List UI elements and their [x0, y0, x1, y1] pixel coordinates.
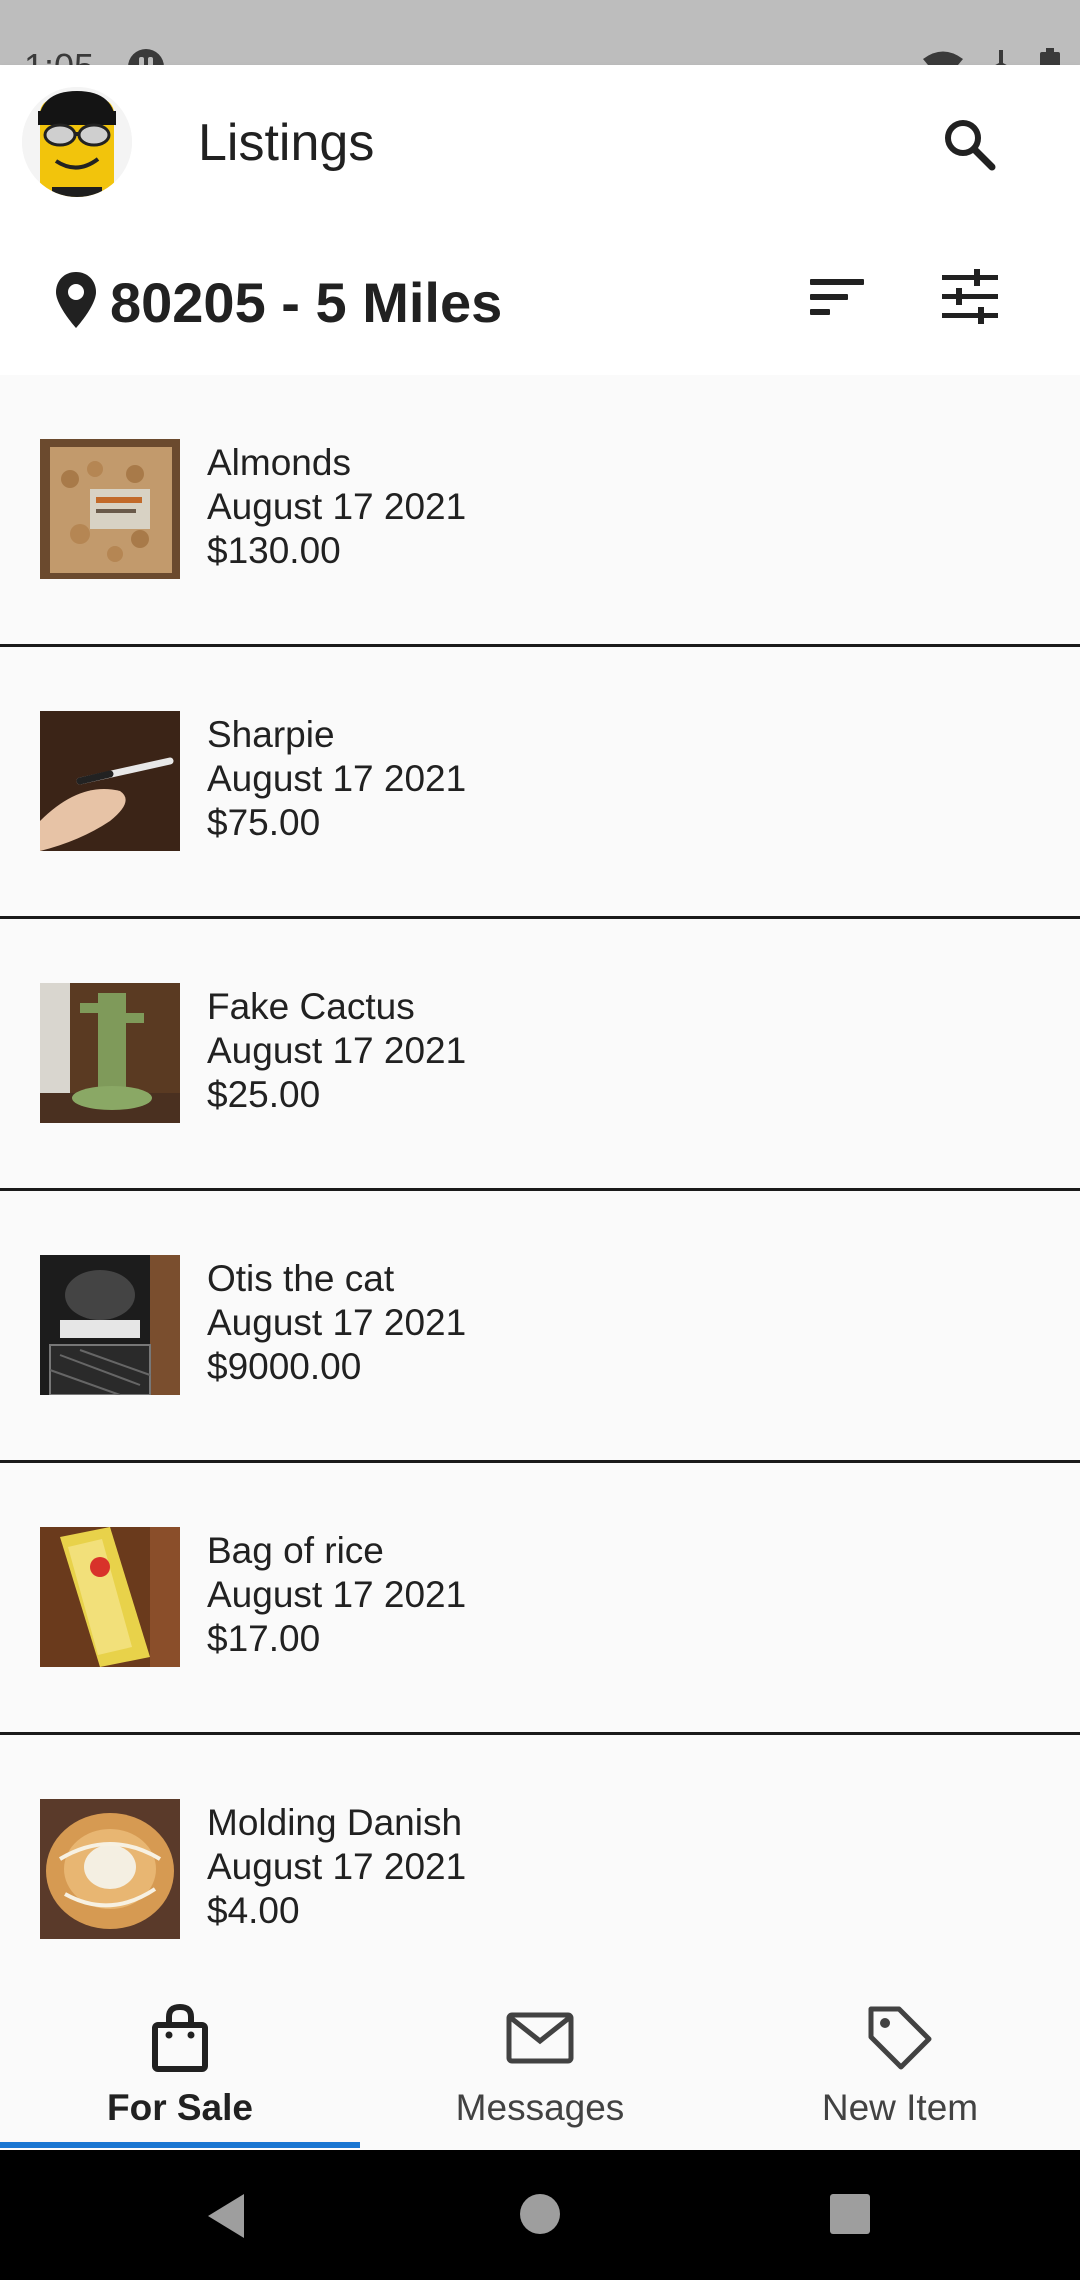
active-tab-indicator [0, 2142, 360, 2148]
listing-title: Almonds [207, 442, 351, 483]
sort-icon[interactable] [806, 265, 870, 329]
tag-icon [868, 2006, 932, 2070]
listing-text: Bag of rice August 17 2021 $17.00 [207, 1529, 466, 1661]
listing-date: August 17 2021 [207, 1846, 467, 1887]
listing-date: August 17 2021 [207, 1302, 467, 1343]
sharpie-photo [40, 711, 180, 851]
listing-price: $130.00 [207, 530, 341, 571]
rice-photo [40, 1527, 180, 1667]
listing-title: Bag of rice [207, 1530, 384, 1571]
listing-title: Fake Cactus [207, 986, 415, 1027]
listing-item[interactable]: Otis the cat August 17 2021 $9000.00 [0, 1191, 1080, 1463]
mail-icon [506, 2012, 574, 2064]
listing-price: $25.00 [207, 1074, 321, 1115]
listing-text: Sharpie August 17 2021 $75.00 [207, 713, 466, 845]
nav-label: For Sale [107, 2087, 253, 2128]
listing-date: August 17 2021 [207, 1030, 467, 1071]
nav-messages[interactable]: Messages [360, 1985, 720, 2150]
listing-price: $9000.00 [207, 1346, 362, 1387]
shopping-bag-icon [152, 2003, 208, 2072]
listing-title: Sharpie [207, 714, 335, 755]
listing-text: Molding Danish August 17 2021 $4.00 [207, 1801, 466, 1933]
listing-text: Otis the cat August 17 2021 $9000.00 [207, 1257, 466, 1389]
bottom-navigation: For Sale Messages New Item [0, 1985, 1080, 2150]
listing-text: Almonds August 17 2021 $130.00 [207, 441, 466, 573]
listing-text: Fake Cactus August 17 2021 $25.00 [207, 985, 466, 1117]
listing-item[interactable]: Sharpie August 17 2021 $75.00 [0, 647, 1080, 919]
listing-title: Otis the cat [207, 1258, 395, 1299]
listings-list[interactable]: Almonds August 17 2021 $130.00 Sharpie A… [0, 375, 1080, 1985]
page-title: Listings [198, 114, 375, 172]
status-bar: 1:05 [0, 0, 1080, 87]
listing-date: August 17 2021 [207, 1574, 467, 1615]
nav-label: Messages [455, 2087, 625, 2128]
cactus-photo [40, 983, 180, 1123]
system-navigation-bar [0, 2150, 1080, 2280]
avatar-image [22, 87, 132, 197]
almonds-photo [40, 439, 180, 579]
recents-icon[interactable] [828, 2192, 872, 2236]
listing-item[interactable]: Molding Danish August 17 2021 $4.00 [0, 1735, 1080, 1985]
listing-title: Molding Danish [207, 1802, 463, 1843]
location-filter-label[interactable]: 80205 - 5 Miles [110, 270, 502, 335]
home-icon[interactable] [518, 2192, 562, 2236]
listing-item[interactable]: Almonds August 17 2021 $130.00 [0, 375, 1080, 647]
listing-price: $17.00 [207, 1618, 321, 1659]
nav-label: New Item [821, 2087, 979, 2128]
avatar[interactable] [22, 87, 132, 197]
listing-item[interactable]: Fake Cactus August 17 2021 $25.00 [0, 919, 1080, 1191]
cat-photo [40, 1255, 180, 1395]
nav-for-sale[interactable]: For Sale [0, 1985, 360, 2150]
filter-icon[interactable] [938, 265, 1002, 329]
danish-photo [40, 1799, 180, 1939]
listing-price: $4.00 [207, 1890, 300, 1931]
search-icon[interactable] [938, 113, 1002, 177]
listing-date: August 17 2021 [207, 486, 467, 527]
listing-date: August 17 2021 [207, 758, 467, 799]
app-header: Listings 80205 - 5 Miles [0, 65, 1080, 375]
nav-new-item[interactable]: New Item [720, 1985, 1080, 2150]
back-icon[interactable] [204, 2192, 248, 2240]
listing-price: $75.00 [207, 802, 321, 843]
location-pin-icon [56, 272, 96, 328]
listing-item[interactable]: Bag of rice August 17 2021 $17.00 [0, 1463, 1080, 1735]
